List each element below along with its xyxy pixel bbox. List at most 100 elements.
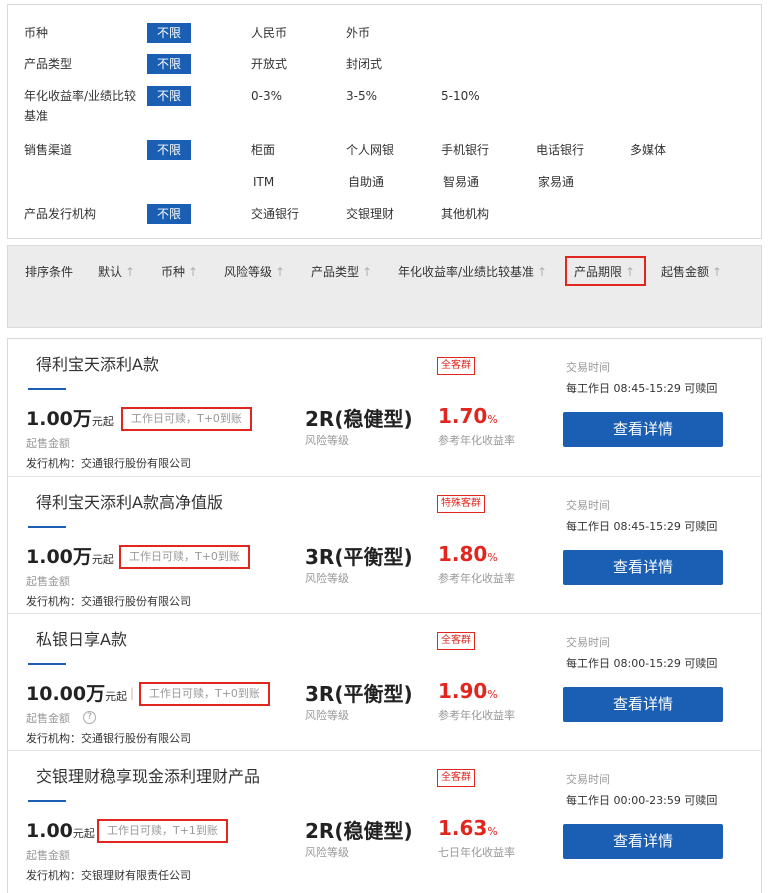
trade-time: 每工作日 08:00-15:29 可赎回 [566, 657, 718, 670]
customer-group-badge: 全客群 [437, 357, 475, 375]
min-amount-unit: 元起 [105, 690, 128, 703]
min-amount-unit: 元起 [91, 415, 114, 428]
trade-time-label: 交易时间 [566, 361, 610, 374]
product-card: 私银日享A款 全客群 10.00万元起 | 工作日可赎，T+0到账 起售金额 ?… [8, 613, 761, 750]
yield-rate-label: 参考年化收益率 [438, 709, 515, 722]
product-name[interactable]: 私银日享A款 [36, 629, 127, 651]
risk-level: 2R(稳健型) [305, 407, 413, 431]
issuer: 发行机构：交通银行股份有限公司 [26, 595, 191, 608]
min-amount-value: 1.00万 [26, 408, 92, 430]
title-underline [28, 663, 66, 665]
min-amount-value: 10.00万 [26, 683, 106, 705]
min-amount: 1.00万元起 [26, 544, 114, 573]
sort-risk-level[interactable]: 风险等级 ↑ [224, 263, 285, 281]
filter-unlimited-product-type[interactable]: 不限 [147, 54, 191, 74]
product-card: 得利宝天添利A款高净值版 特殊客群 1.00万元起 工作日可赎，T+0到账 起售… [8, 476, 761, 613]
filter-option-yield-0-3[interactable]: 0-3% [251, 86, 282, 106]
filter-option-zhiyitong[interactable]: 智易通 [443, 172, 479, 192]
issuer: 发行机构：交通银行股份有限公司 [26, 457, 191, 470]
filter-option-self-service[interactable]: 自助通 [348, 172, 384, 192]
view-details-button[interactable]: 查看详情 [563, 824, 723, 859]
filter-option-multimedia[interactable]: 多媒体 [630, 140, 666, 160]
filter-option-itm[interactable]: ITM [253, 172, 274, 192]
trade-time-label: 交易时间 [566, 773, 610, 786]
title-underline [28, 800, 66, 802]
filter-option-open[interactable]: 开放式 [251, 54, 287, 74]
min-amount: 10.00万元起 [26, 681, 127, 710]
view-details-button[interactable]: 查看详情 [563, 687, 723, 722]
trade-time: 每工作日 00:00-23:59 可赎回 [566, 794, 718, 807]
min-amount-unit: 元起 [72, 827, 95, 840]
min-amount-label: 起售金额 [26, 712, 70, 725]
filter-option-bocom-wealth[interactable]: 交银理财 [346, 204, 394, 224]
filter-unlimited-currency[interactable]: 不限 [147, 23, 191, 43]
trade-time: 每工作日 08:45-15:29 可赎回 [566, 382, 718, 395]
filter-label-channel: 销售渠道 [24, 143, 73, 157]
risk-level-label: 风险等级 [305, 709, 349, 722]
risk-level-label: 风险等级 [305, 846, 349, 859]
arrow-up-icon: ↑ [125, 265, 136, 279]
filter-option-phone-bank[interactable]: 电话银行 [536, 140, 584, 160]
filter-label-issuer: 产品发行机构 [24, 207, 97, 221]
filter-option-closed[interactable]: 封闭式 [346, 54, 382, 74]
product-name[interactable]: 交银理财稳享现金添利理财产品 [36, 766, 260, 788]
customer-group-badge: 全客群 [437, 632, 475, 650]
filter-unlimited-issuer[interactable]: 不限 [147, 204, 191, 224]
min-amount-value: 1.00 [26, 820, 73, 842]
sort-yield-label: 年化收益率/业绩比较基准 [398, 265, 535, 279]
yield-rate: 1.90% [438, 679, 498, 703]
trade-time-label: 交易时间 [566, 636, 610, 649]
filter-unlimited-yield[interactable]: 不限 [147, 86, 191, 106]
sort-currency[interactable]: 币种 ↑ [161, 263, 198, 281]
sort-panel: 排序条件 默认 ↑ 币种 ↑ 风险等级 ↑ 产品类型 ↑ 年化收益率/业绩比较基准 ↑ 产… [7, 245, 762, 328]
issuer: 发行机构：交银理财有限责任公司 [26, 869, 191, 882]
filter-option-personal-ebank[interactable]: 个人网银 [346, 140, 394, 160]
filter-option-foreign[interactable]: 外币 [346, 23, 370, 43]
filter-option-yield-5-10[interactable]: 5-10% [441, 86, 480, 106]
min-amount-unit: 元起 [91, 553, 114, 566]
arrow-up-icon: ↑ [275, 265, 286, 279]
view-details-button[interactable]: 查看详情 [563, 412, 723, 447]
view-details-button[interactable]: 查看详情 [563, 550, 723, 585]
risk-level: 3R(平衡型) [305, 682, 413, 706]
yield-rate-percent: % [487, 413, 498, 426]
sort-product-type[interactable]: 产品类型 ↑ [311, 263, 372, 281]
min-amount-label: 起售金额 [26, 575, 70, 588]
yield-rate-percent: % [487, 551, 498, 564]
min-amount: 1.00万元起 [26, 406, 114, 435]
yield-rate-value: 1.63 [438, 816, 488, 840]
sort-term[interactable]: 产品期限 ↑ [574, 263, 635, 281]
help-icon[interactable]: ? [83, 711, 96, 724]
filter-unlimited-channel[interactable]: 不限 [147, 140, 191, 160]
filter-option-rmb[interactable]: 人民币 [251, 23, 287, 43]
filter-option-jiayitong[interactable]: 家易通 [538, 172, 574, 192]
filter-option-bocom[interactable]: 交通银行 [251, 204, 299, 224]
risk-level: 3R(平衡型) [305, 545, 413, 569]
product-name[interactable]: 得利宝天添利A款高净值版 [36, 492, 223, 514]
min-amount-label: 起售金额 [26, 849, 70, 862]
sort-min-amount[interactable]: 起售金额 ↑ [661, 263, 722, 281]
filter-label-currency: 币种 [24, 26, 49, 40]
yield-rate-value: 1.70 [438, 404, 488, 428]
filter-option-other-issuer[interactable]: 其他机构 [441, 204, 489, 224]
arrow-up-icon: ↑ [712, 265, 723, 279]
filter-option-yield-3-5[interactable]: 3-5% [346, 86, 377, 106]
min-amount-label: 起售金额 [26, 437, 70, 450]
yield-rate-label: 参考年化收益率 [438, 434, 515, 447]
filter-option-counter[interactable]: 柜面 [251, 140, 275, 160]
yield-rate-label: 七日年化收益率 [438, 846, 515, 859]
sort-default-label: 默认 [98, 265, 123, 279]
arrow-up-icon: ↑ [362, 265, 373, 279]
sort-yield[interactable]: 年化收益率/业绩比较基准 ↑ [398, 263, 547, 281]
min-amount: 1.00元起 [26, 818, 95, 847]
yield-rate: 1.63% [438, 816, 498, 840]
sort-min-amount-label: 起售金额 [661, 265, 710, 279]
sort-default[interactable]: 默认 ↑ [98, 263, 135, 281]
trade-time: 每工作日 08:45-15:29 可赎回 [566, 520, 718, 533]
product-list: 得利宝天添利A款 全客群 1.00万元起 工作日可赎，T+0到账 起售金额 发行… [7, 338, 762, 893]
product-name[interactable]: 得利宝天添利A款 [36, 354, 159, 376]
product-card: 得利宝天添利A款 全客群 1.00万元起 工作日可赎，T+0到账 起售金额 发行… [8, 339, 761, 476]
redeem-info: 工作日可赎，T+0到账 [121, 407, 252, 431]
filter-option-mobile-bank[interactable]: 手机银行 [441, 140, 489, 160]
risk-level-label: 风险等级 [305, 572, 349, 585]
